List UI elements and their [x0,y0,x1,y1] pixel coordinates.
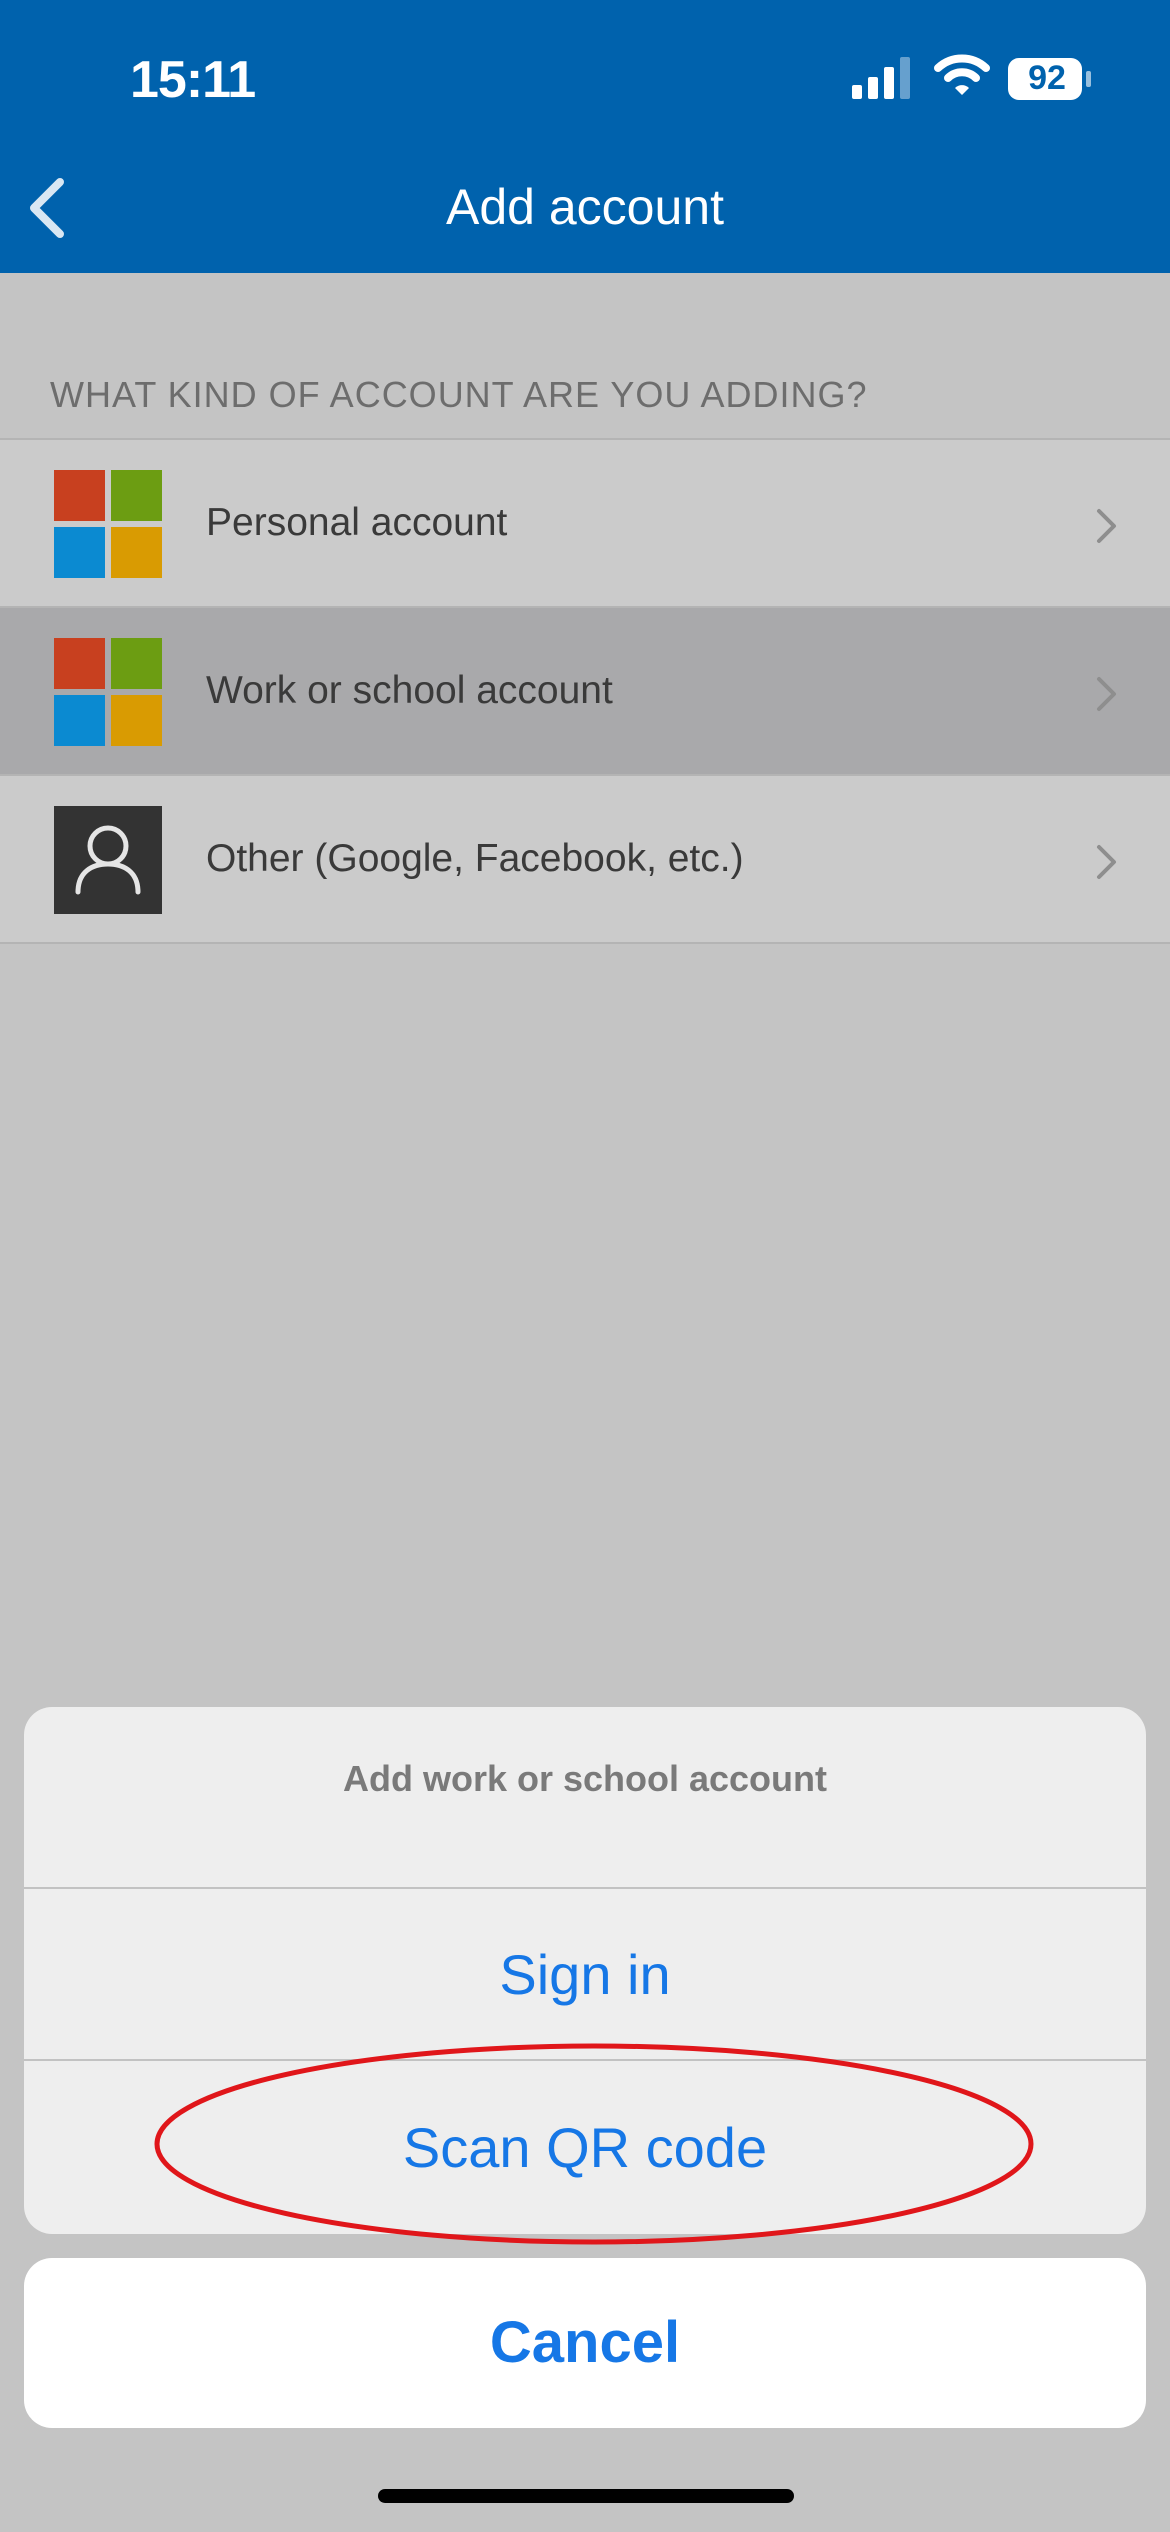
personal-account-row[interactable]: Personal account [0,438,1170,606]
page-title: Add account [446,179,724,235]
back-button[interactable] [20,168,80,248]
signal-icon [852,57,910,99]
sign-in-button[interactable]: Sign in [24,1889,1146,2061]
row-label: Personal account [206,501,508,544]
chevron-right-icon [1097,509,1116,543]
section-header: WHAT KIND OF ACCOUNT ARE YOU ADDING? [50,374,868,415]
microsoft-logo-icon [54,638,162,746]
action-sheet: Add work or school account Sign in Scan … [24,1707,1146,2234]
battery-level: 92 [1028,59,1066,97]
row-label: Other (Google, Facebook, etc.) [206,837,744,880]
home-indicator [378,2489,794,2503]
other-account-row[interactable]: Other (Google, Facebook, etc.) [0,774,1170,944]
chevron-right-icon [1097,845,1116,879]
status-time: 15:11 [130,51,256,109]
wifi-icon [934,54,990,95]
chevron-right-icon [1097,677,1116,711]
scan-qr-code-button[interactable]: Scan QR code [24,2061,1146,2234]
action-sheet-title: Add work or school account [24,1707,1146,1889]
microsoft-logo-icon [54,470,162,578]
nav-header: 15:11 92 Add account [0,0,1170,273]
person-icon [54,806,162,914]
work-school-account-row[interactable]: Work or school account [0,606,1170,774]
row-label: Work or school account [206,669,613,712]
chevron-left-icon [30,178,64,238]
action-sheet-title-text: Add work or school account [342,1758,828,1799]
cancel-button[interactable]: Cancel [24,2258,1146,2428]
